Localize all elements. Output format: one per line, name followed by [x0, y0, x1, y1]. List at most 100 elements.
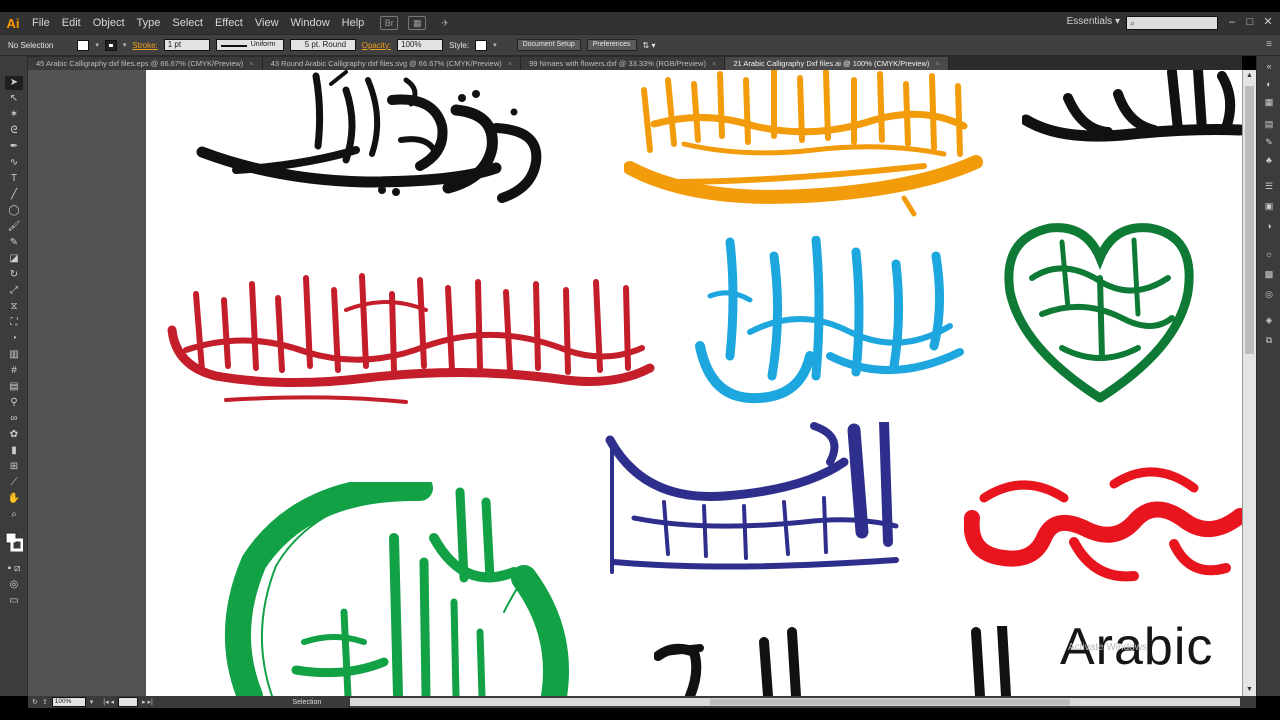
direct-selection-tool-icon[interactable]: ↖ [5, 92, 23, 106]
black-calligraphy-artwork[interactable] [196, 70, 566, 210]
fill-stroke-icon[interactable] [5, 532, 24, 554]
bright-red-calligraphy-artwork[interactable] [964, 458, 1242, 590]
preferences-button[interactable]: Preferences [586, 39, 637, 51]
hand-tool-icon[interactable]: ✋ [5, 492, 23, 506]
symbol-sprayer-tool-icon[interactable]: ✿ [5, 428, 23, 442]
artboard-number-field[interactable] [118, 697, 139, 707]
menu-file[interactable]: File [26, 12, 56, 34]
chevron-down-icon[interactable]: ▾ [95, 41, 99, 49]
minimize-icon[interactable]: – [1224, 15, 1240, 29]
swatches-panel-icon[interactable]: ▤ [1262, 118, 1276, 130]
slice-tool-icon[interactable]: ⟋ [5, 476, 23, 490]
maximize-icon[interactable]: □ [1242, 15, 1258, 29]
brushes-panel-icon[interactable]: ✎ [1262, 136, 1276, 148]
eyedropper-tool-icon[interactable]: ⚲ [5, 396, 23, 410]
gpu-performance-icon[interactable]: ✈ [436, 16, 454, 30]
graphic-style-swatch[interactable] [475, 39, 488, 51]
black-bottom-calligraphy-artwork[interactable] [654, 626, 814, 696]
eraser-tool-icon[interactable]: ◪ [5, 252, 23, 266]
fill-swatch[interactable] [77, 39, 90, 51]
help-search-input[interactable]: ⌕ [1126, 16, 1218, 30]
menu-help[interactable]: Help [336, 12, 371, 34]
scroll-down-icon[interactable]: ▼ [1243, 684, 1256, 696]
curvature-tool-icon[interactable]: ∿ [5, 156, 23, 170]
magic-wand-tool-icon[interactable]: ✶ [5, 108, 23, 122]
panel-menu-icon[interactable]: ≡ [1266, 39, 1272, 50]
drawing-mode-icon[interactable]: ◎ [5, 578, 23, 592]
orange-calligraphy-artwork[interactable] [624, 70, 984, 220]
tab-document-3[interactable]: 99 Nmaes with flowers.dxf @ 33.33% (RGB/… [521, 57, 726, 70]
rotate-view-icon[interactable]: ↻ [32, 698, 38, 706]
rotate-tool-icon[interactable]: ↻ [5, 268, 23, 282]
line-tool-icon[interactable]: ╱ [5, 188, 23, 202]
menu-view[interactable]: View [249, 12, 285, 34]
opacity-field[interactable]: 100% [397, 39, 444, 51]
black-bottom-right-strokes-artwork[interactable] [966, 626, 1026, 696]
layers-panel-icon[interactable]: ◈ [1262, 314, 1276, 326]
arrange-icon[interactable]: ⇅ ▾ [643, 41, 656, 50]
artboards-panel-icon[interactable]: ⧉ [1262, 334, 1276, 346]
workspace-switcher[interactable]: Essentials ▾ [1067, 16, 1120, 27]
paintbrush-tool-icon[interactable]: 🖌 [5, 220, 23, 234]
perspective-grid-tool-icon[interactable]: ▥ [5, 348, 23, 362]
vertical-scrollbar[interactable]: ▲ ▼ [1242, 70, 1256, 696]
chevron-down-icon[interactable]: ▾ [493, 41, 497, 49]
transparency-panel-icon[interactable]: ◑ [1262, 220, 1276, 232]
ellipse-tool-icon[interactable]: ◯ [5, 204, 23, 218]
brush-definition[interactable]: 5 pt. Round [289, 39, 356, 51]
menu-edit[interactable]: Edit [56, 12, 87, 34]
stroke-swatch[interactable] [104, 39, 117, 51]
variable-width-profile[interactable]: Uniform [215, 39, 284, 51]
share-icon[interactable]: ⇪ [42, 698, 48, 706]
zoom-level-field[interactable]: 100% [51, 697, 86, 707]
first-artboard-icon[interactable]: |◂ ◂ [103, 698, 114, 706]
chevron-down-icon[interactable]: ▾ [123, 41, 127, 49]
width-tool-icon[interactable]: ⧖ [5, 300, 23, 314]
menu-object[interactable]: Object [87, 12, 131, 34]
arrange-documents-icon[interactable]: ▦ [408, 16, 427, 30]
close-tab-icon[interactable]: × [508, 57, 512, 70]
gradient-panel-icon[interactable]: ▣ [1262, 200, 1276, 212]
color-mode-icon[interactable]: ▪ ⧄ [5, 562, 23, 576]
artboard-tool-icon[interactable]: ⊞ [5, 460, 23, 474]
gradient-tool-icon[interactable]: ▤ [5, 380, 23, 394]
screen-mode-icon[interactable]: ▭ [5, 594, 23, 608]
close-tab-icon[interactable]: × [712, 57, 716, 70]
scale-tool-icon[interactable]: ⤢ [5, 284, 23, 298]
next-artboard-icon[interactable]: ▸ ▸| [142, 698, 153, 706]
column-graph-tool-icon[interactable]: ▮ [5, 444, 23, 458]
opacity-panel-link[interactable]: Opacity: [362, 41, 391, 50]
type-tool-icon[interactable]: T [5, 172, 23, 186]
red-calligraphy-artwork[interactable] [166, 270, 656, 415]
menu-type[interactable]: Type [131, 12, 167, 34]
stroke-panel-link[interactable]: Stroke: [132, 41, 157, 50]
blend-tool-icon[interactable]: ∞ [5, 412, 23, 426]
scroll-up-icon[interactable]: ▲ [1243, 70, 1256, 82]
bridge-icon[interactable]: Br [380, 16, 399, 30]
shape-builder-tool-icon[interactable]: ◔ [5, 332, 23, 346]
navy-calligraphy-artwork[interactable] [604, 422, 904, 582]
close-tab-icon[interactable]: × [249, 57, 253, 70]
tab-document-2[interactable]: 43 Round Arabic Calligraphy dxf files.sv… [262, 57, 522, 70]
tab-document-4[interactable]: 21 Arabic Calligraphy Dxf files.ai @ 100… [725, 57, 949, 70]
close-icon[interactable]: ✕ [1260, 15, 1276, 29]
stroke-weight-field[interactable]: 1 pt [163, 39, 210, 51]
collapse-panels-icon[interactable]: « [1262, 60, 1276, 72]
stroke-panel-icon[interactable]: ☰ [1262, 180, 1276, 192]
menu-effect[interactable]: Effect [209, 12, 249, 34]
free-transform-tool-icon[interactable]: ⛶ [5, 316, 23, 330]
artboard[interactable]: Arabic Activate Windows [146, 70, 1242, 696]
lasso-tool-icon[interactable]: ᘓ [5, 124, 23, 138]
horizontal-scroll-thumb[interactable] [710, 699, 1070, 705]
menu-select[interactable]: Select [166, 12, 209, 34]
shaper-tool-icon[interactable]: ✎ [5, 236, 23, 250]
green-round-calligraphy-artwork[interactable] [224, 482, 576, 696]
current-tool-status[interactable]: Selection [277, 699, 337, 706]
black-allah-calligraphy-artwork[interactable] [1022, 70, 1242, 146]
horizontal-scrollbar[interactable] [350, 698, 1240, 706]
green-heart-calligraphy-artwork[interactable] [1002, 218, 1198, 406]
chevron-down-icon[interactable]: ▾ [90, 698, 94, 706]
color-guide-icon[interactable]: ▦ [1262, 96, 1276, 108]
menu-window[interactable]: Window [285, 12, 336, 34]
close-tab-icon[interactable]: × [935, 57, 939, 70]
